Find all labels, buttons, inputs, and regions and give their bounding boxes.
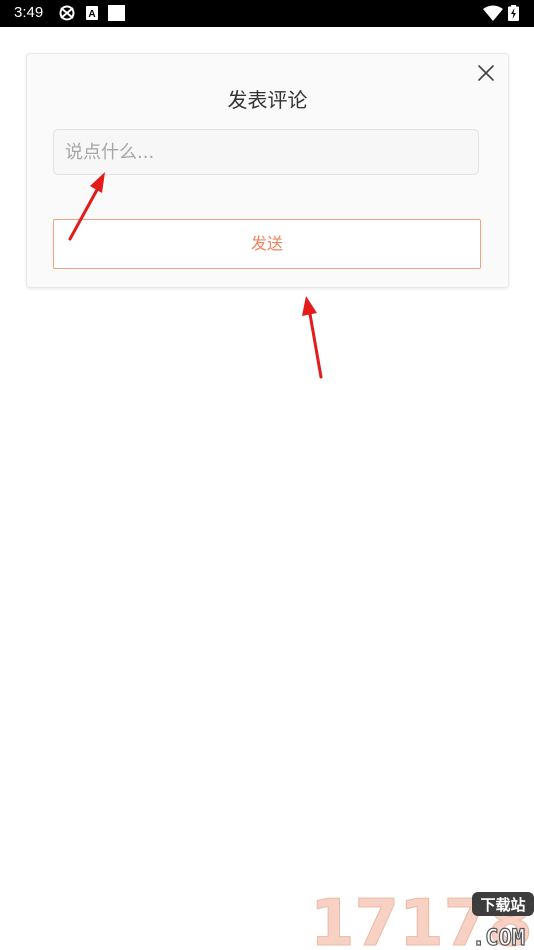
svg-text:A: A: [88, 9, 95, 20]
dialog-title: 发表评论: [227, 88, 308, 112]
svg-text:下载站: 下载站: [480, 896, 525, 914]
square-notification-icon: [108, 5, 125, 21]
sync-icon: [59, 5, 75, 21]
comment-input[interactable]: [53, 129, 479, 175]
battery-charging-icon: [508, 5, 519, 21]
annotation-arrow-to-dialog: [302, 296, 323, 379]
comment-dialog: 发表评论 发送: [26, 53, 509, 288]
a-notification-icon: A: [86, 6, 98, 20]
send-button[interactable]: 发送: [53, 219, 481, 269]
close-icon[interactable]: [476, 63, 496, 83]
watermark-logo: 17178 下载站 .COM: [310, 887, 534, 950]
status-time: 3:49: [14, 4, 44, 21]
svg-text:.COM: .COM: [472, 926, 525, 950]
status-bar: 3:49 A: [0, 0, 534, 27]
wifi-icon: [483, 5, 503, 21]
